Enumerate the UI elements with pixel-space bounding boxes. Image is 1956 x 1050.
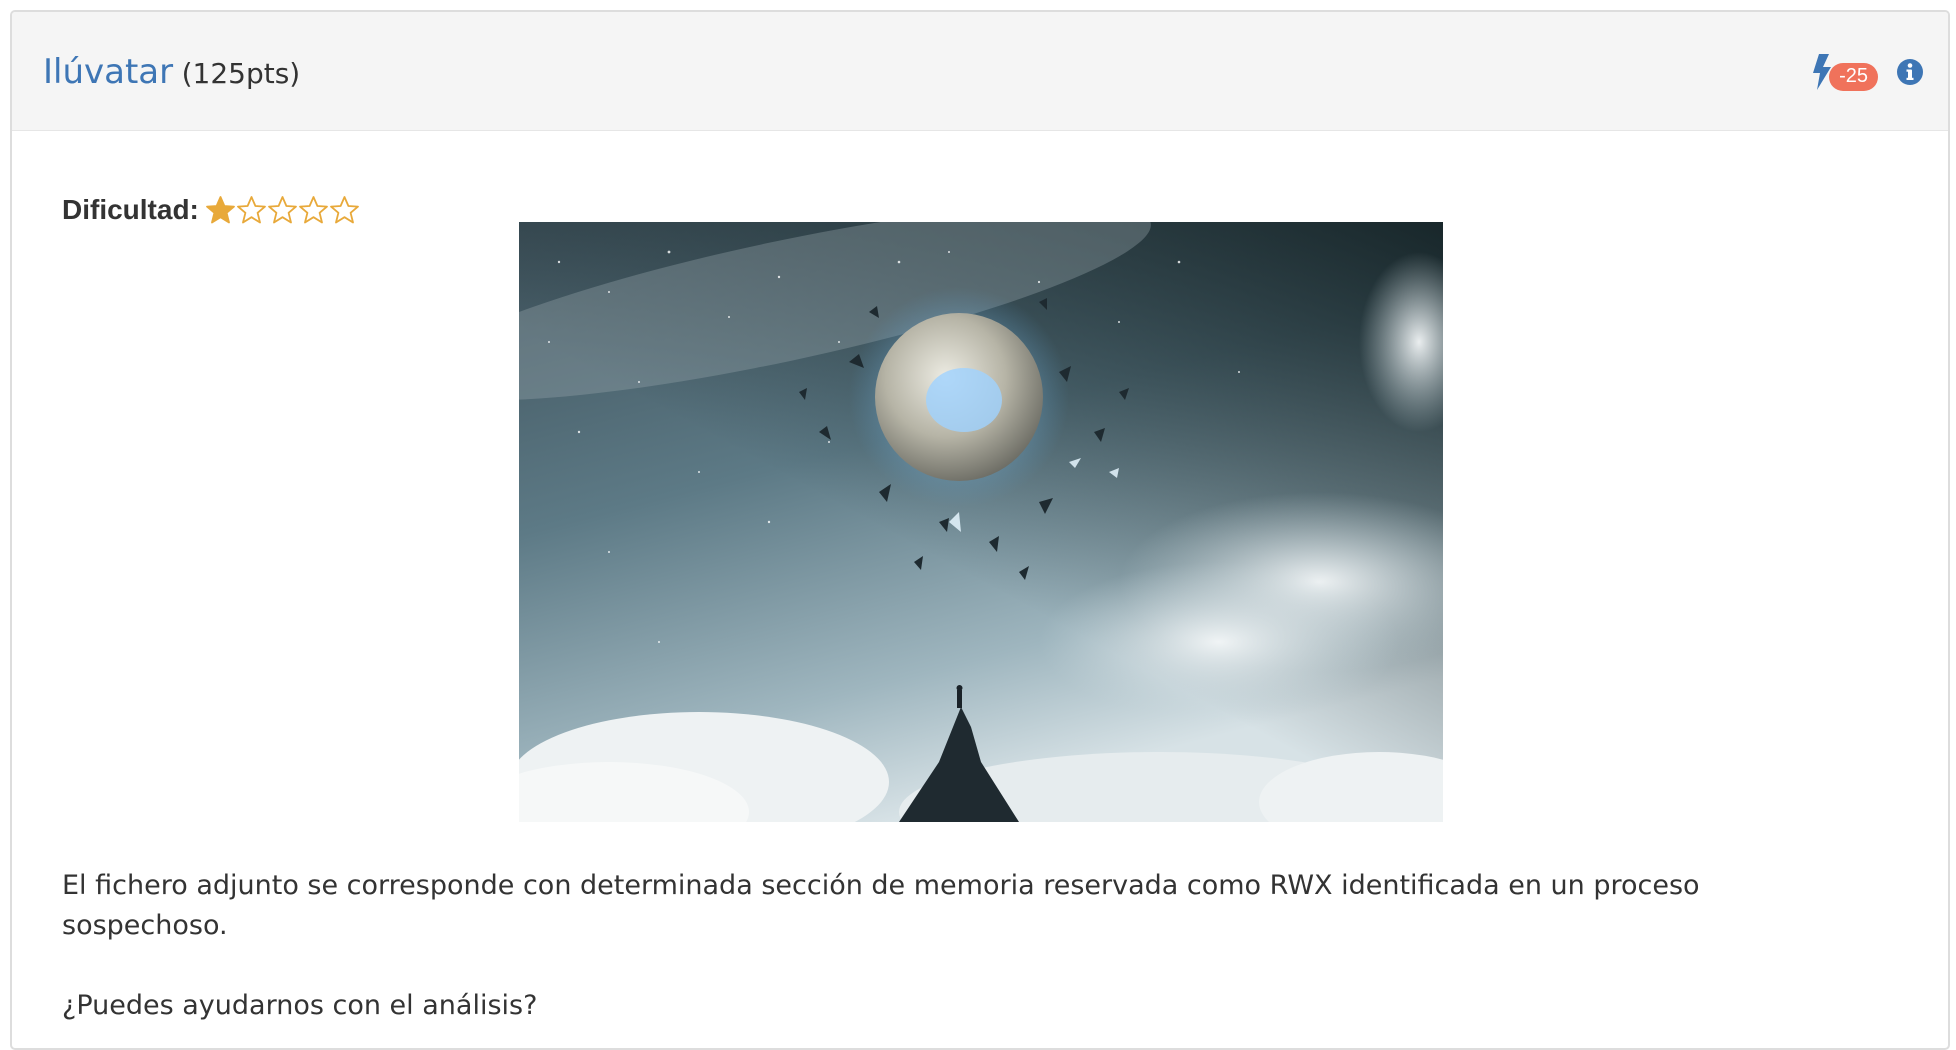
description-question: ¿Puedes ayudarnos con el análisis? [62, 990, 538, 1021]
difficulty-rating: Dificultad: [62, 192, 360, 228]
challenge-image [519, 222, 1443, 822]
star-filled-icon [205, 195, 235, 223]
challenge-card-header: Ilúvatar (125pts) -25 [12, 12, 1948, 131]
challenge-card-body: Dificultad: El fichero adjunto se corres… [12, 130, 1948, 1048]
star-empty-icon [298, 195, 328, 223]
challenge-points: (125pts) [181, 57, 301, 90]
challenge-description: El fichero adjunto se corresponde con de… [62, 866, 1822, 1048]
shattered-moon-image [519, 222, 1443, 822]
description-paragraph: El fichero adjunto se corresponde con de… [62, 870, 1700, 941]
star-empty-icon [236, 195, 266, 223]
challenge-title-link[interactable]: Ilúvatar [43, 52, 173, 92]
penalty-badge: -25 [1829, 63, 1878, 91]
penalty-indicator[interactable]: -25 [1811, 52, 1878, 92]
challenge-title-wrap: Ilúvatar (125pts) [43, 50, 300, 94]
header-actions: -25 [1811, 52, 1924, 92]
difficulty-stars [205, 195, 360, 226]
difficulty-label: Dificultad: [62, 194, 199, 225]
info-circle-icon[interactable] [1896, 58, 1924, 86]
challenge-card: Ilúvatar (125pts) -25 Dificultad: El fic… [10, 10, 1950, 1050]
star-empty-icon [329, 195, 359, 223]
star-empty-icon [267, 195, 297, 223]
